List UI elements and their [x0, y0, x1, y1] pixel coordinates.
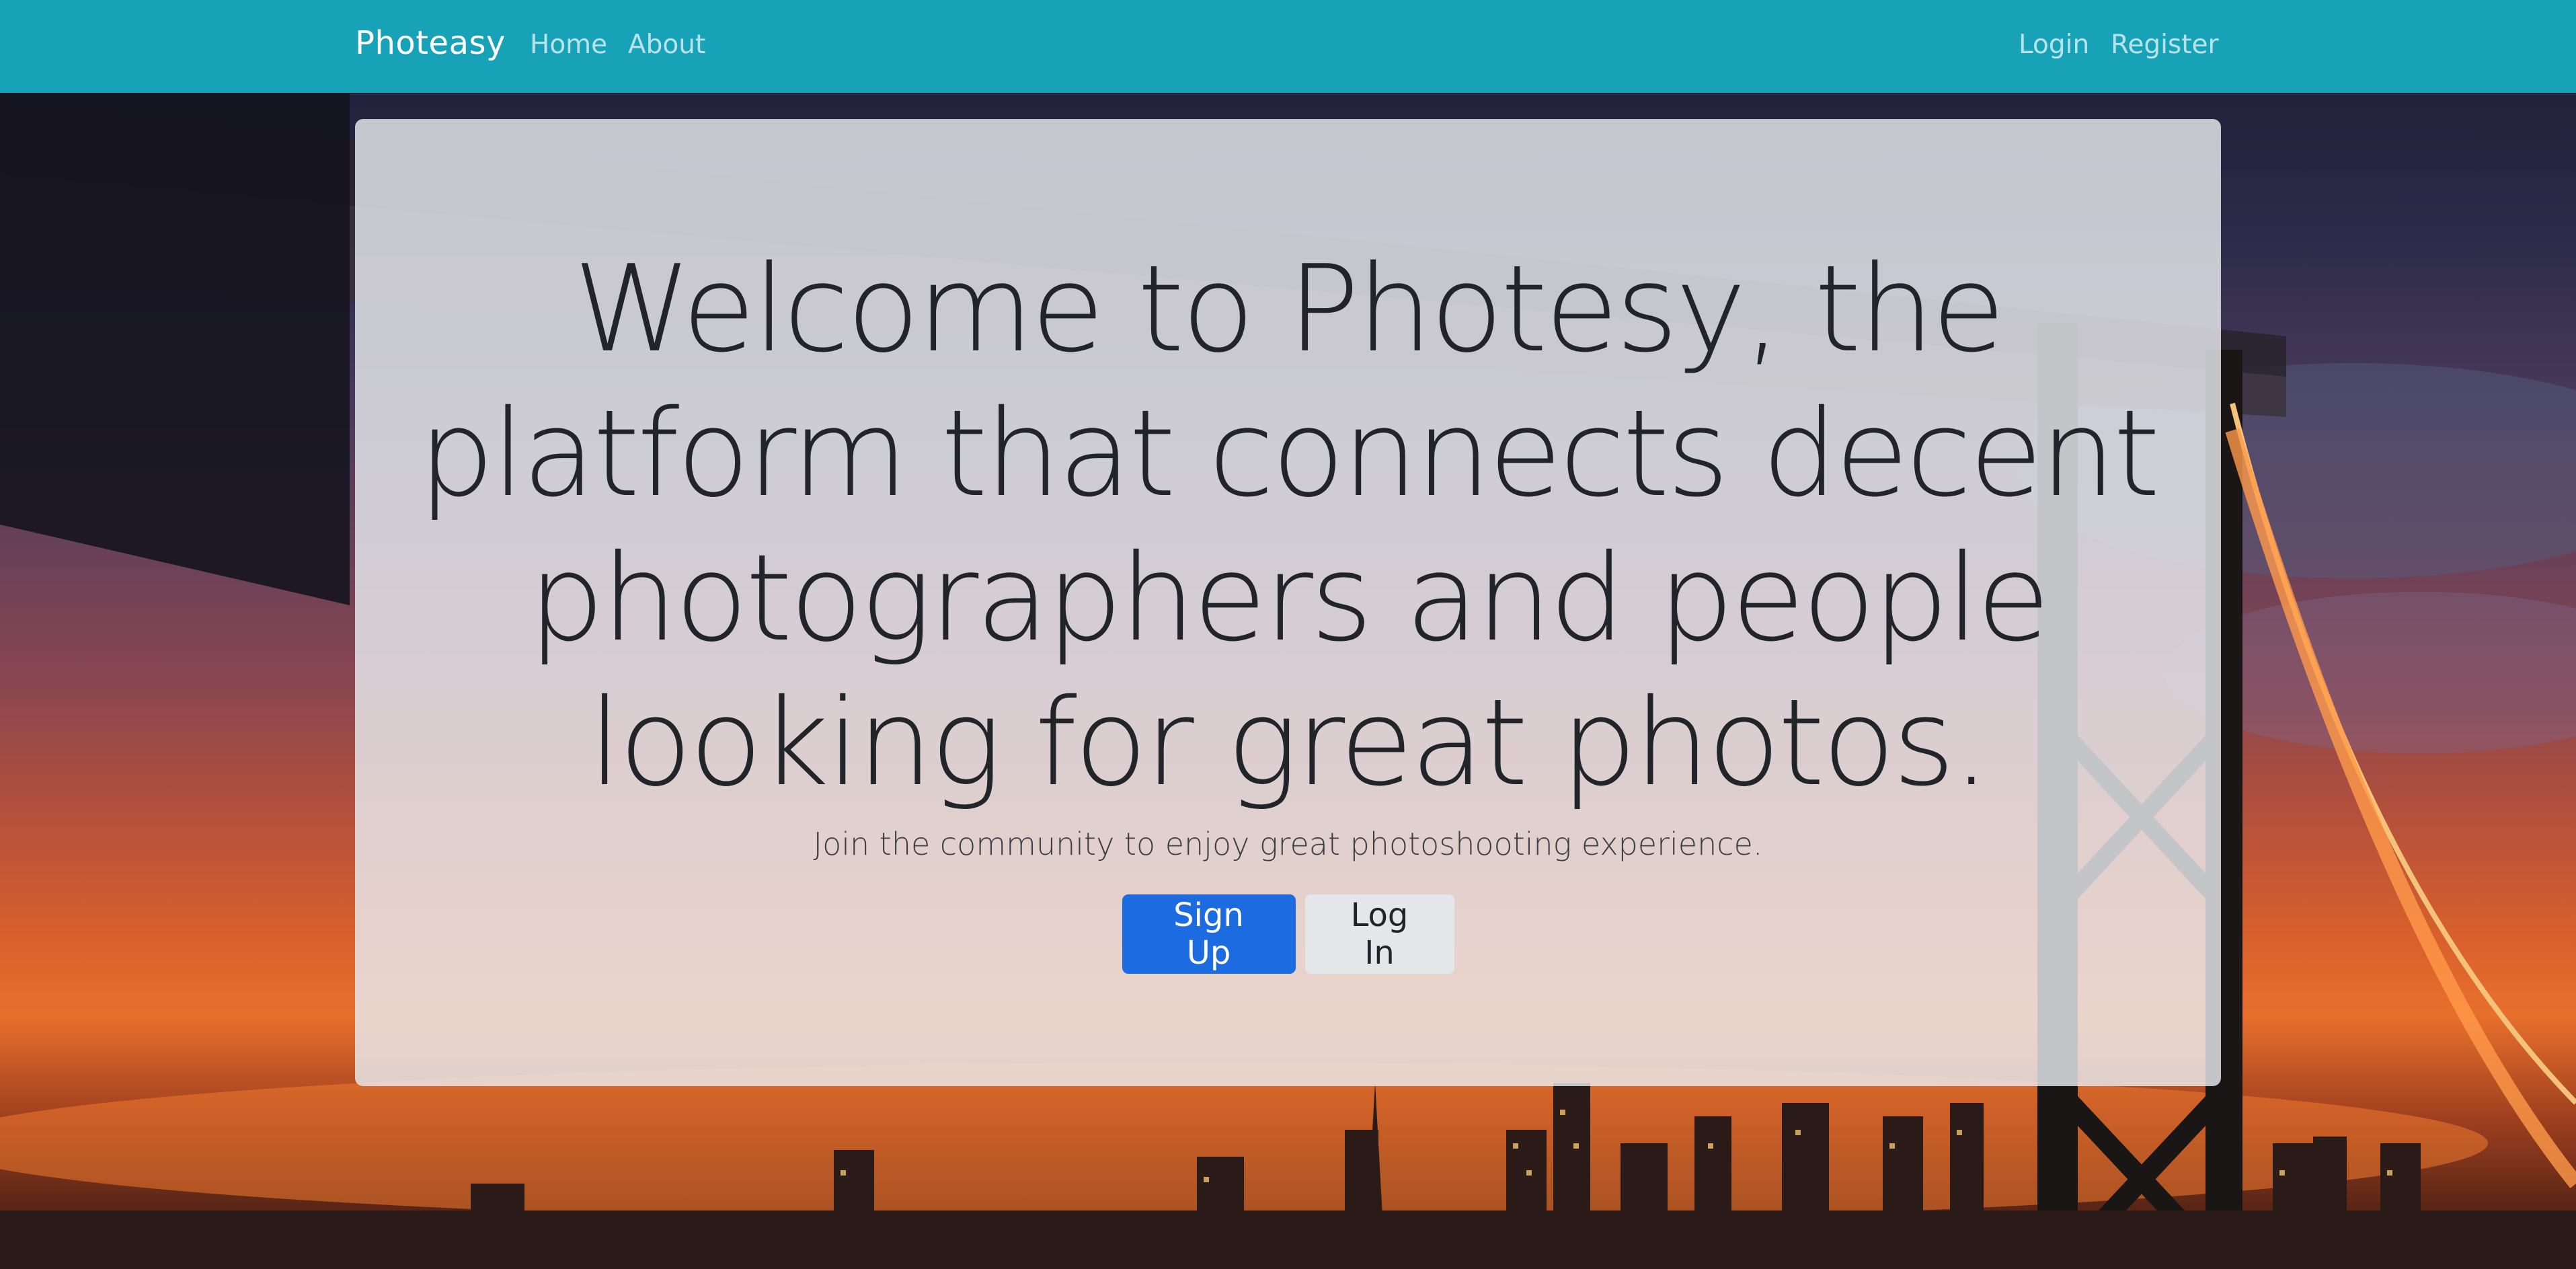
signup-button[interactable]: Sign Up — [1122, 894, 1296, 974]
login-button[interactable]: Log In — [1304, 894, 1454, 974]
hero-buttons: Sign Up Log In — [1122, 894, 1454, 974]
hero-jumbotron: Welcome to Photesy, the platform that co… — [355, 119, 2221, 1086]
navbar: Photeasy Home About Login Register — [0, 0, 2576, 93]
brand-logo[interactable]: Photeasy — [355, 24, 506, 62]
hero-lead: Join the community to enjoy great photos… — [813, 826, 1763, 862]
nav-about-link[interactable]: About — [628, 30, 705, 60]
nav-register-link[interactable]: Register — [2111, 30, 2219, 60]
hero-headline: Welcome to Photesy, the platform that co… — [418, 239, 2160, 812]
nav-home-link[interactable]: Home — [530, 30, 607, 60]
nav-login-link[interactable]: Login — [2019, 30, 2089, 60]
